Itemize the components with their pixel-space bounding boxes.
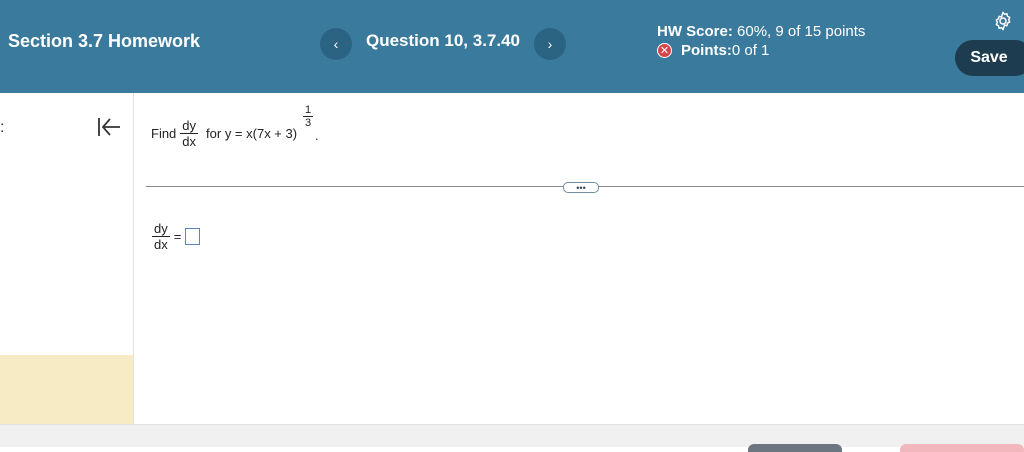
hw-score: HW Score: 60%, 9 of 15 points [657,23,865,40]
answer-row: dy dx = [152,221,201,252]
derivative-numerator: dy [180,118,199,134]
question-label: Question 10, 3.7.40 [366,31,521,50]
left-panel-highlight [0,355,133,424]
exponent: 1 3 . [303,104,319,143]
gear-icon[interactable] [992,10,1014,32]
points-label: Points: [681,42,732,59]
bottom-button-right[interactable] [900,444,1024,452]
answer-lhs-denominator: dx [154,237,168,252]
points-value: 0 of 1 [731,42,770,59]
incorrect-icon: ✕ [657,43,672,58]
previous-question-button[interactable]: ‹ [320,28,352,60]
derivative-fraction: dy dx [180,118,202,149]
chevron-left-icon: ‹ [333,36,339,52]
section-title: Section 3.7 Homework [8,31,201,51]
equals-sign: = [173,229,182,244]
exponent-numerator: 1 [303,104,314,117]
next-question-button[interactable]: › [534,28,566,60]
derivative-denominator: dx [182,134,197,149]
chevron-right-icon: › [547,36,553,52]
function-expression: for y = x(7x + 3) [206,126,298,141]
points-status: ✕ Points: 0 of 1 [657,42,769,59]
panel-edge-mark: : [0,119,5,136]
exponent-denominator: 3 [305,117,312,129]
more-options-button[interactable]: ••• [563,182,599,193]
answer-lhs-fraction: dy dx [152,221,170,252]
hw-score-value: 60%, 9 of 15 points [732,23,866,40]
period: . [315,128,319,143]
save-button[interactable]: Save [955,40,1024,76]
answer-input[interactable] [185,228,201,245]
find-label: Find [151,126,177,141]
collapse-left-icon[interactable] [96,115,122,139]
bottom-button-left[interactable] [748,444,842,452]
answer-lhs-numerator: dy [152,221,170,237]
hw-score-label: HW Score: [657,23,733,40]
bottom-bar [0,424,1024,452]
top-header-bar: Section 3.7 Homework ‹ Question 10, 3.7.… [0,0,1024,93]
left-panel: : [0,93,134,424]
